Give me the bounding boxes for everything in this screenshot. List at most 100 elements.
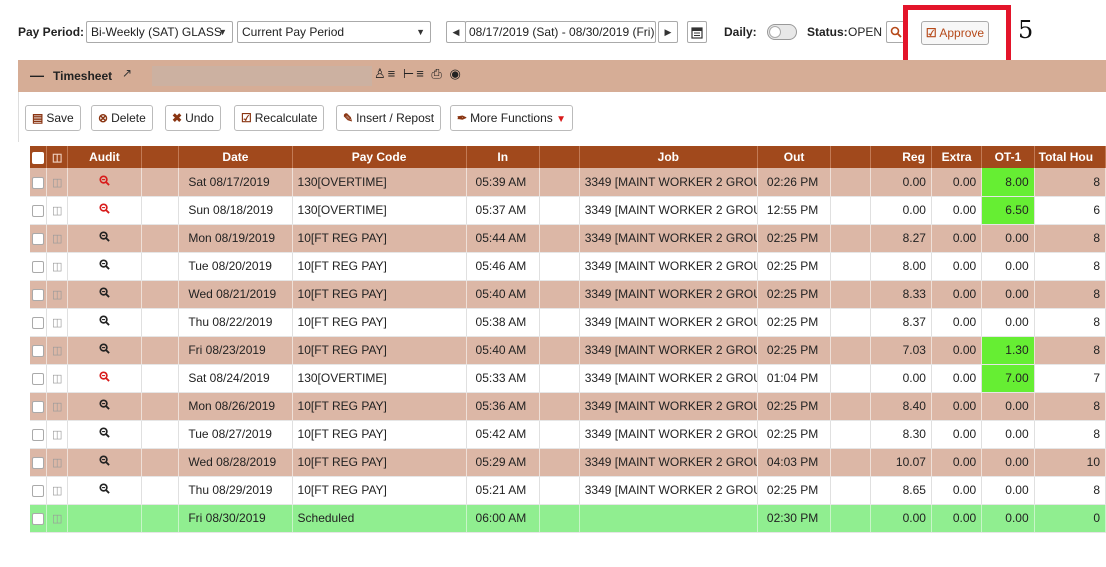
user-list-icon[interactable]: ♙≡ [374,66,397,81]
date-column-header[interactable]: Date [178,146,293,168]
document-icon[interactable]: ◫ [52,373,62,385]
table-row[interactable]: ◫ Mon 08/19/2019 10[FT REG PAY] 05:44 AM 334… [30,224,1106,253]
document-icon[interactable]: ◫ [52,485,62,497]
out-time-cell[interactable]: 02:25 PM [757,308,832,337]
in-time-cell[interactable]: 05:46 AM [466,252,540,281]
job-cell[interactable]: 3349 [MAINT WORKER 2 GROU [579,392,758,421]
view-options-icons[interactable]: ♙≡ ⊢≡ ⎙ ◉ [374,66,463,82]
row-doc-cell[interactable]: ◫ [46,308,69,337]
row-doc-cell[interactable]: ◫ [46,280,69,309]
document-icon[interactable]: ◫ [52,401,62,413]
row-doc-cell[interactable]: ◫ [46,196,69,225]
job-cell[interactable]: 3349 [MAINT WORKER 2 GROU [579,252,758,281]
pay-code-cell[interactable]: 10[FT REG PAY] [292,476,467,505]
insert-repost-button[interactable]: ✎ Insert / Repost [336,105,442,131]
job-cell[interactable]: 3349 [MAINT WORKER 2 GROU [579,280,758,309]
out-time-cell[interactable]: 02:25 PM [757,280,832,309]
out-time-cell[interactable]: 02:25 PM [757,476,832,505]
out-time-cell[interactable]: 02:30 PM [757,504,832,533]
pay-code-cell[interactable]: 130[OVERTIME] [292,168,467,197]
row-checkbox[interactable] [32,260,45,273]
print-icon[interactable]: ⎙ [431,66,443,81]
in-time-cell[interactable]: 05:33 AM [466,364,540,393]
in-time-cell[interactable]: 05:29 AM [466,448,540,477]
magnifier-zoom-icon[interactable] [99,427,110,438]
in-time-cell[interactable]: 06:00 AM [466,504,540,533]
in-time-cell[interactable]: 05:36 AM [466,392,540,421]
pay-period-select[interactable]: Bi-Weekly (SAT) GLASS ▼ [86,21,233,43]
magnifier-zoom-icon[interactable] [99,175,110,186]
audit-cell[interactable] [67,224,142,253]
pay-code-cell[interactable]: 10[FT REG PAY] [292,392,467,421]
in-time-cell[interactable]: 05:37 AM [466,196,540,225]
daily-toggle[interactable] [767,24,797,40]
in-column-header[interactable]: In [466,146,540,168]
document-icon[interactable]: ◫ [52,233,62,245]
row-checkbox-cell[interactable] [30,308,48,337]
row-checkbox[interactable] [32,288,45,301]
job-cell[interactable]: 3349 [MAINT WORKER 2 GROU [579,448,758,477]
pay-code-cell[interactable]: 10[FT REG PAY] [292,308,467,337]
in-time-cell[interactable]: 05:42 AM [466,420,540,449]
row-checkbox[interactable] [32,428,45,441]
pay-code-cell[interactable]: 10[FT REG PAY] [292,336,467,365]
row-checkbox-cell[interactable] [30,392,48,421]
row-checkbox-cell[interactable] [30,280,48,309]
row-doc-cell[interactable]: ◫ [46,448,69,477]
row-checkbox[interactable] [32,344,45,357]
out-time-cell[interactable]: 02:25 PM [757,420,832,449]
magnifier-zoom-icon[interactable] [99,371,110,382]
row-doc-cell[interactable]: ◫ [46,224,69,253]
audit-cell[interactable] [67,252,142,281]
document-icon[interactable]: ◫ [52,457,62,469]
in-time-cell[interactable]: 05:44 AM [466,224,540,253]
magnifier-zoom-icon[interactable] [99,455,110,466]
pay-code-cell[interactable]: 130[OVERTIME] [292,196,467,225]
row-checkbox-cell[interactable] [30,448,48,477]
audit-cell[interactable] [67,420,142,449]
tree-list-icon[interactable]: ⊢≡ [403,66,426,81]
table-row[interactable]: ◫ Fri 08/23/2019 10[FT REG PAY] 05:40 AM 334… [30,336,1106,365]
row-checkbox-cell[interactable] [30,196,48,225]
row-checkbox[interactable] [32,204,45,217]
reg-column-header[interactable]: Reg [870,146,932,168]
table-row[interactable]: ◫ Fri 08/30/2019 Scheduled 06:00 AM 02:30 PM… [30,504,1106,533]
out-time-cell[interactable]: 04:03 PM [757,448,832,477]
audit-cell[interactable] [67,280,142,309]
magnifier-zoom-icon[interactable] [99,203,110,214]
job-cell[interactable]: 3349 [MAINT WORKER 2 GROU [579,196,758,225]
row-checkbox-cell[interactable] [30,504,48,533]
magnifier-zoom-icon[interactable] [99,343,110,354]
row-checkbox-cell[interactable] [30,476,48,505]
table-row[interactable]: ◫ Mon 08/26/2019 10[FT REG PAY] 05:36 AM 334… [30,392,1106,421]
pay-code-cell[interactable]: 10[FT REG PAY] [292,448,467,477]
row-checkbox-cell[interactable] [30,364,48,393]
in-time-cell[interactable]: 05:21 AM [466,476,540,505]
checkbox[interactable] [32,151,45,164]
audit-cell[interactable] [67,308,142,337]
in-time-cell[interactable]: 05:38 AM [466,308,540,337]
document-icon[interactable]: ◫ [52,261,62,273]
document-icon[interactable]: ◫ [52,289,62,301]
audit-cell[interactable] [67,168,142,197]
in-time-cell[interactable]: 05:39 AM [466,168,540,197]
table-row[interactable]: ◫ Wed 08/21/2019 10[FT REG PAY] 05:40 AM 334… [30,280,1106,309]
audit-cell[interactable] [67,448,142,477]
document-icon[interactable]: ◫ [52,513,62,525]
document-icon[interactable]: ◫ [52,345,62,357]
row-checkbox-cell[interactable] [30,336,48,365]
table-row[interactable]: ◫ Sat 08/17/2019 130[OVERTIME] 05:39 AM 3349… [30,168,1106,197]
calendar-button[interactable] [687,21,707,43]
pay-code-cell[interactable]: 130[OVERTIME] [292,364,467,393]
in-time-cell[interactable]: 05:40 AM [466,336,540,365]
undo-button[interactable]: ✖ Undo [165,105,221,131]
magnifier-zoom-icon[interactable] [99,315,110,326]
job-cell[interactable] [579,504,758,533]
magnifier-zoom-icon[interactable] [99,259,110,270]
out-time-cell[interactable]: 02:26 PM [757,168,832,197]
table-row[interactable]: ◫ Tue 08/20/2019 10[FT REG PAY] 05:46 AM 334… [30,252,1106,281]
job-cell[interactable]: 3349 [MAINT WORKER 2 GROU [579,336,758,365]
row-checkbox-cell[interactable] [30,168,48,197]
document-icon[interactable]: ◫ [52,429,62,441]
job-cell[interactable]: 3349 [MAINT WORKER 2 GROU [579,364,758,393]
